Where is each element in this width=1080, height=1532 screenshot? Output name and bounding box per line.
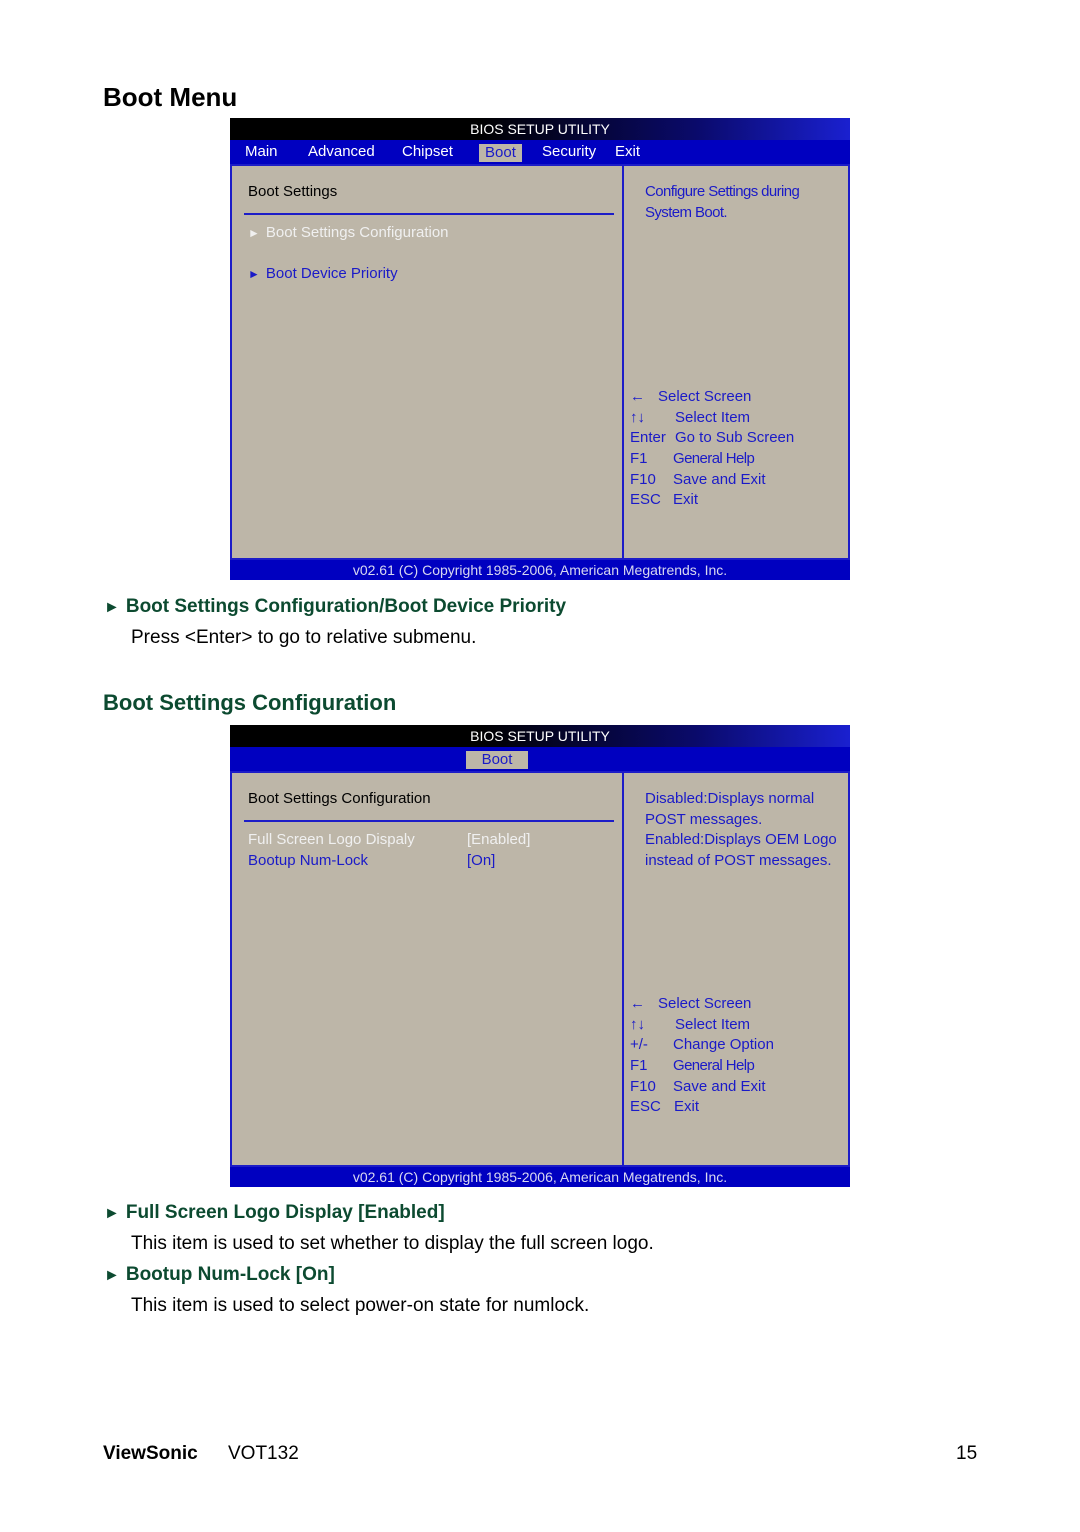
menu-item-label: Boot Settings Configuration (265, 224, 449, 241)
bios-screen-boot-menu: BIOS SETUP UTILITY Main Advanced Chipset… (230, 118, 850, 580)
key-desc: General Help (673, 450, 755, 468)
bios-copyright: v02.61 (C) Copyright 1985-2006, American… (230, 560, 850, 580)
up-down-arrows-icon: ↑↓ (630, 1015, 645, 1033)
tab-chipset[interactable]: Chipset (402, 142, 453, 164)
page-title: Boot Menu (103, 82, 238, 112)
key-name: ESC (630, 1098, 661, 1116)
left-arrow-icon: ← (630, 388, 645, 405)
item-heading-text: Bootup Num-Lock [On] (125, 1264, 335, 1285)
bios-options-panel: Boot Settings Configuration Full Screen … (232, 773, 624, 1165)
item-heading-boot-settings: ► Boot Settings Configuration/Boot Device… (104, 596, 566, 618)
section-divider (244, 820, 614, 822)
option-full-screen-logo-label[interactable]: Full Screen Logo Dispaly (248, 831, 415, 848)
right-triangle-icon: ► (104, 1267, 120, 1284)
item-heading-text: Full Screen Logo Display [Enabled] (125, 1202, 445, 1223)
option-bootup-numlock-value[interactable]: [On] (467, 852, 495, 869)
key-desc: Exit (673, 491, 699, 509)
key-name: +/- (630, 1036, 648, 1054)
bios-screen-boot-settings-configuration: BIOS SETUP UTILITY Boot Boot Settings Co… (230, 725, 850, 1187)
menu-item-boot-device-priority[interactable]: ► Boot Device Priority (248, 265, 398, 282)
key-name: F1 (630, 1057, 648, 1075)
item-description: This item is used to select power-on sta… (131, 1295, 590, 1316)
bios-title-bar: BIOS SETUP UTILITY (230, 118, 850, 140)
bios-menu-bar: Main Advanced Chipset Boot Security Exit (230, 140, 850, 164)
tab-boot[interactable]: Boot (466, 751, 528, 769)
option-full-screen-logo-value[interactable]: [Enabled] (467, 831, 530, 848)
key-desc: Select Screen (658, 995, 752, 1012)
section-title: Boot Settings Configuration (103, 690, 397, 715)
footer-model: VOT132 (228, 1443, 299, 1464)
key-desc: Exit (674, 1098, 700, 1116)
key-desc: Save and Exit (673, 470, 766, 488)
key-desc: General Help (673, 1057, 755, 1075)
footer-brand: ViewSonic (103, 1443, 198, 1464)
left-arrow-icon: ← (630, 995, 645, 1012)
bios-options-panel: Boot Settings ► Boot Settings Configurati… (232, 166, 624, 558)
key-name: Enter (630, 429, 666, 447)
help-text: Disabled:Displays normal POST messages. … (645, 790, 837, 869)
page-number: 15 (956, 1443, 978, 1464)
section-heading: Boot Settings Configuration (248, 790, 431, 807)
key-desc: Select Item (675, 1015, 751, 1033)
bios-title-bar: BIOS SETUP UTILITY (230, 725, 850, 747)
tab-exit[interactable]: Exit (615, 142, 640, 164)
key-desc: Save and Exit (673, 1077, 766, 1095)
item-heading-text: Boot Settings Configuration/Boot Device … (125, 596, 567, 617)
key-name: ESC (630, 491, 661, 509)
up-down-arrows-icon: ↑↓ (630, 408, 645, 426)
bios-help-panel: Disabled:Displays normal POST messages. … (624, 773, 848, 1165)
right-triangle-icon: ► (248, 267, 260, 281)
item-description: This item is used to set whether to disp… (131, 1233, 654, 1254)
key-name: F10 (630, 1077, 656, 1095)
key-desc: Select Screen (658, 388, 752, 405)
item-heading-full-screen-logo: ► Full Screen Logo Display [Enabled] (104, 1202, 445, 1224)
right-triangle-icon: ► (248, 226, 260, 240)
key-desc: Select Item (675, 408, 751, 426)
bios-menu-bar: Boot (230, 747, 850, 771)
bios-copyright: v02.61 (C) Copyright 1985-2006, American… (230, 1167, 850, 1187)
key-desc: Change Option (673, 1036, 774, 1054)
tab-advanced[interactable]: Advanced (308, 142, 375, 164)
menu-item-boot-settings-configuration[interactable]: ► Boot Settings Configuration (248, 224, 449, 241)
tab-security[interactable]: Security (542, 142, 596, 164)
section-divider (244, 213, 614, 215)
right-triangle-icon: ► (104, 599, 120, 616)
key-name: F10 (630, 470, 656, 488)
help-text: Configure Settings during System Boot. (645, 183, 800, 221)
right-triangle-icon: ► (104, 1205, 120, 1222)
tab-boot[interactable]: Boot (479, 144, 522, 162)
bios-body: Boot Settings Configuration Full Screen … (230, 771, 850, 1167)
key-desc: Go to Sub Screen (675, 429, 795, 447)
bios-body: Boot Settings ► Boot Settings Configurati… (230, 164, 850, 560)
option-bootup-numlock-label[interactable]: Bootup Num-Lock (248, 852, 368, 869)
bios-help-panel: Configure Settings during System Boot. ←… (624, 166, 848, 558)
key-name: F1 (630, 450, 648, 468)
menu-item-label: Boot Device Priority (265, 265, 398, 282)
item-description: Press <Enter> to go to relative submenu. (131, 627, 477, 648)
item-heading-bootup-numlock: ► Bootup Num-Lock [On] (104, 1264, 335, 1286)
section-heading: Boot Settings (248, 183, 338, 200)
tab-main[interactable]: Main (245, 142, 278, 164)
